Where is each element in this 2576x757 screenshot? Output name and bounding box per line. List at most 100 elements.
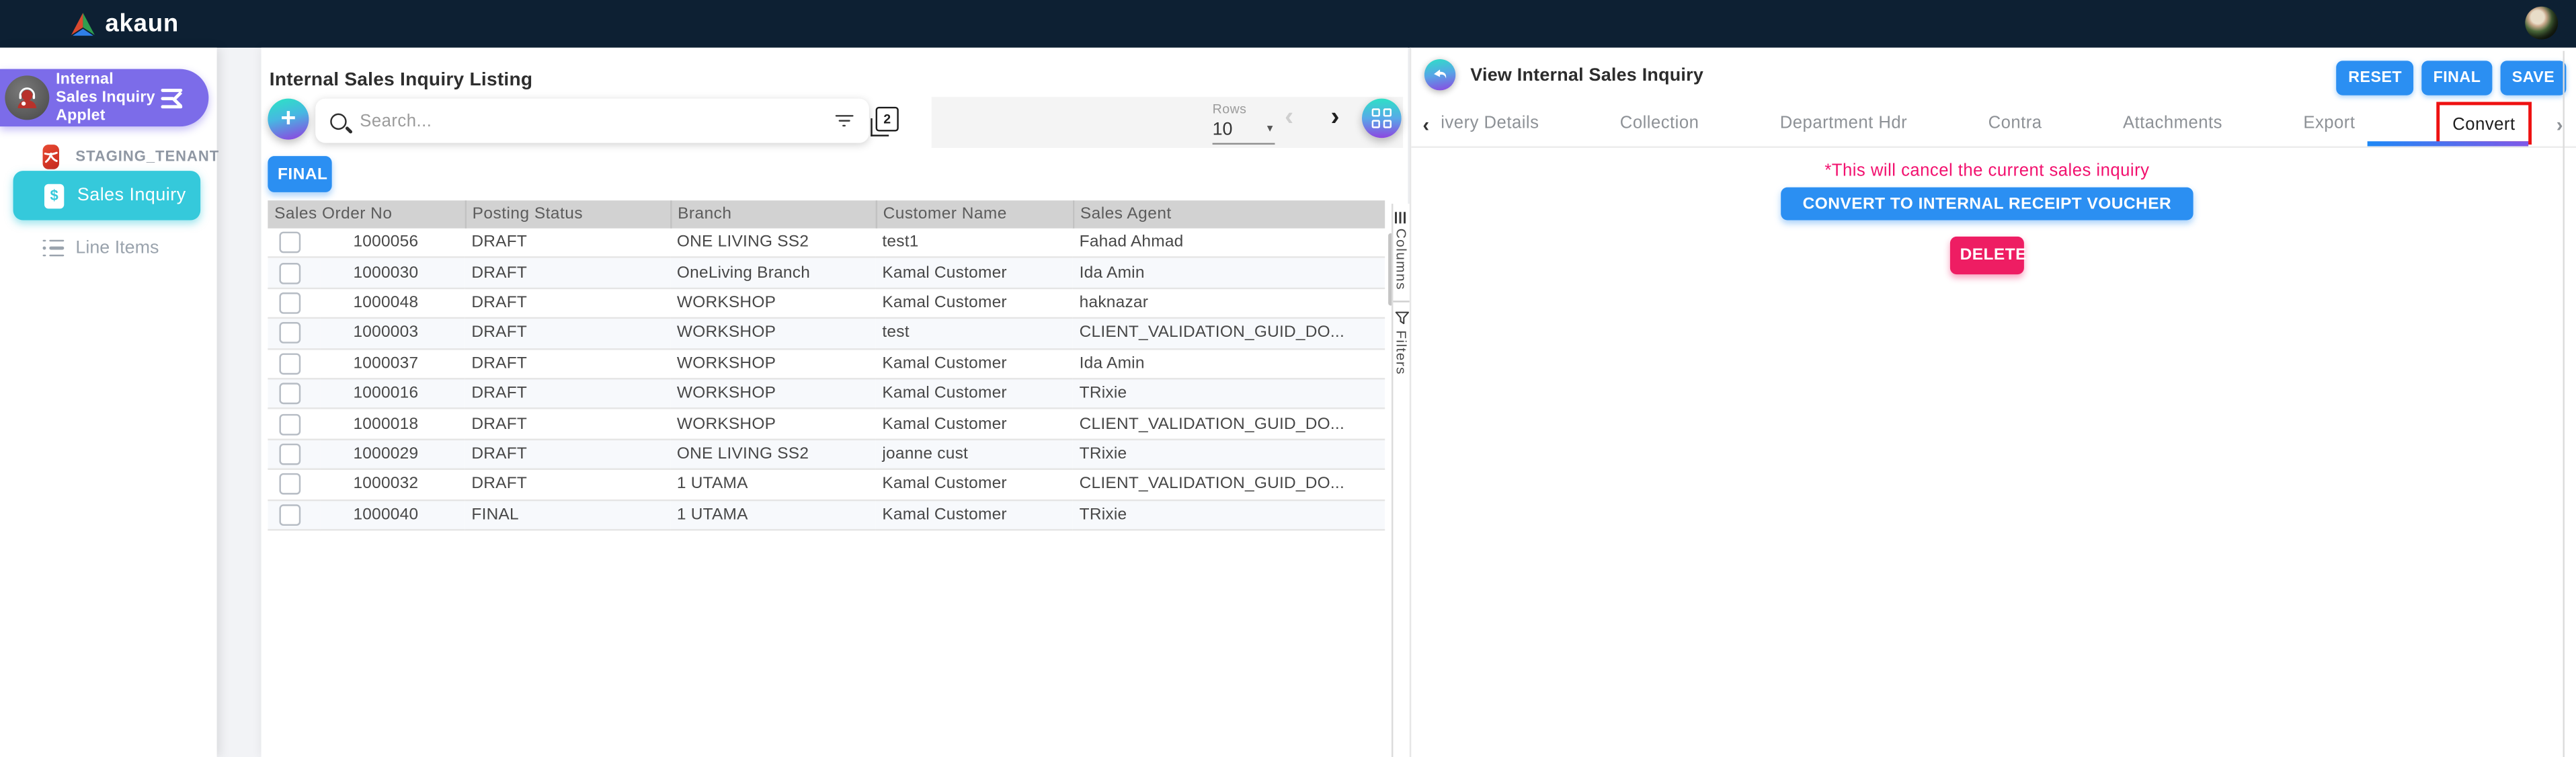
- filter-list-icon[interactable]: [835, 114, 853, 128]
- sidebar-collapse-icon[interactable]: [161, 88, 186, 108]
- tenant-label: STAGING_TENANT: [75, 148, 219, 164]
- add-record-button[interactable]: +: [268, 99, 309, 140]
- order-no-cell: 1000040: [321, 500, 465, 530]
- sales-agent-cell: haknazar: [1073, 288, 1385, 318]
- tab-collection[interactable]: Collection: [1620, 114, 1699, 133]
- checkbox-cell: [268, 288, 320, 318]
- col-header-branch[interactable]: Branch: [670, 200, 875, 229]
- filters-tool-label: Filters: [1393, 330, 1409, 375]
- customer-name-cell: Kamal Customer: [876, 288, 1073, 318]
- branch-cell: ONE LIVING SS2: [670, 439, 875, 469]
- row-checkbox[interactable]: [279, 413, 300, 435]
- checkbox-cell: [268, 257, 320, 288]
- detail-panel: View Internal Sales Inquiry RESET FINAL …: [1410, 48, 2576, 757]
- row-checkbox[interactable]: [279, 232, 300, 253]
- posting-status-cell: FINAL: [465, 500, 670, 530]
- table-row: 1000018DRAFTWORKSHOPKamal CustomerCLIENT…: [268, 409, 1385, 439]
- col-header-sales-agent[interactable]: Sales Agent: [1073, 200, 1385, 229]
- row-checkbox[interactable]: [279, 474, 300, 495]
- customer-name-cell: test1: [876, 229, 1073, 258]
- posting-status-cell: DRAFT: [465, 378, 670, 409]
- checkbox-cell: [268, 409, 320, 439]
- branch-cell: 1 UTAMA: [670, 500, 875, 530]
- filters-tool-tab[interactable]: Filters: [1393, 302, 1409, 374]
- tabs-scroll-left[interactable]: ‹: [1422, 114, 1429, 136]
- pagination-next-button[interactable]: ›: [1331, 104, 1340, 133]
- convert-to-receipt-voucher-button[interactable]: CONVERT TO INTERNAL RECEIPT VOUCHER: [1781, 188, 2193, 221]
- checkbox-cell: [268, 469, 320, 500]
- tab-convert[interactable]: Convert: [2452, 115, 2515, 134]
- sidebar: Internal Sales Inquiry Applet STAGING_TE…: [0, 48, 217, 757]
- row-checkbox[interactable]: [279, 292, 300, 314]
- col-header-posting-status[interactable]: Posting Status: [465, 200, 670, 229]
- row-checkbox[interactable]: [279, 262, 300, 284]
- posting-status-cell: DRAFT: [465, 439, 670, 469]
- sales-agent-cell: TRixie: [1073, 439, 1385, 469]
- search-icon: [330, 112, 346, 128]
- order-no-cell: 1000032: [321, 469, 465, 500]
- posting-status-cell: DRAFT: [465, 288, 670, 318]
- chevron-down-icon: ▼: [1265, 125, 1275, 135]
- col-header-sales-order-no[interactable]: Sales Order No: [268, 200, 465, 229]
- tab-contra[interactable]: Contra: [1988, 114, 2042, 133]
- columns-tool-label: Columns: [1393, 229, 1409, 290]
- applet-title: Internal Sales Inquiry Applet: [56, 70, 158, 125]
- brand-logo: akaun: [69, 10, 179, 38]
- tab-delivery-details[interactable]: ivery Details: [1441, 114, 1539, 133]
- posting-status-cell: DRAFT: [465, 469, 670, 500]
- branch-cell: WORKSHOP: [670, 409, 875, 439]
- tenant-row[interactable]: STAGING_TENANT: [0, 141, 217, 171]
- sidebar-item-line-items[interactable]: Line Items: [0, 232, 217, 265]
- col-header-customer-name[interactable]: Customer Name: [876, 200, 1073, 229]
- delete-button[interactable]: DELETE: [1950, 237, 2024, 274]
- listing-title: Internal Sales Inquiry Listing: [270, 71, 533, 90]
- table-header-row: Sales Order No Posting Status Branch Cus…: [268, 200, 1385, 229]
- columns-icon: [1395, 212, 1408, 223]
- table-row: 1000056DRAFTONE LIVING SS2test1Fahad Ahm…: [268, 229, 1385, 258]
- grid-view-button[interactable]: [1362, 99, 1402, 138]
- sidebar-item-sales-inquiry[interactable]: $ Sales Inquiry: [13, 171, 201, 220]
- checkbox-cell: [268, 229, 320, 258]
- branch-cell: WORKSHOP: [670, 288, 875, 318]
- sales-inquiry-table: Sales Order No Posting Status Branch Cus…: [268, 200, 1385, 530]
- order-no-cell: 1000003: [321, 318, 465, 348]
- support-agent-icon: [5, 75, 49, 120]
- app-window: akaun Internal Sales Inquiry Applet: [0, 0, 2576, 757]
- sales-agent-cell: Ida Amin: [1073, 348, 1385, 378]
- sales-agent-cell: CLIENT_VALIDATION_GUID_DO...: [1073, 409, 1385, 439]
- tabs-scroll-right[interactable]: ›: [2557, 114, 2563, 136]
- row-checkbox[interactable]: [279, 353, 300, 374]
- user-avatar[interactable]: [2525, 7, 2558, 40]
- rows-per-page-select[interactable]: Rows 10 ▼: [1213, 102, 1275, 145]
- final-button[interactable]: FINAL: [2421, 61, 2492, 95]
- applet-header[interactable]: Internal Sales Inquiry Applet: [0, 69, 208, 127]
- reset-button[interactable]: RESET: [2337, 61, 2413, 95]
- row-checkbox[interactable]: [279, 323, 300, 344]
- tab-department-hdr[interactable]: Department Hdr: [1780, 114, 1907, 133]
- final-filter-button[interactable]: FINAL: [268, 156, 331, 192]
- row-checkbox[interactable]: [279, 383, 300, 405]
- brand-name: akaun: [105, 10, 179, 38]
- branch-cell: 1 UTAMA: [670, 469, 875, 500]
- row-checkbox[interactable]: [279, 444, 300, 465]
- dual-pane-icon[interactable]: 2: [876, 107, 899, 132]
- listing-panel: Internal Sales Inquiry Listing + 2 Rows …: [261, 48, 1408, 757]
- sales-agent-cell: CLIENT_VALIDATION_GUID_DO...: [1073, 469, 1385, 500]
- table-row: 1000032DRAFT1 UTAMAKamal CustomerCLIENT_…: [268, 469, 1385, 500]
- tab-export[interactable]: Export: [2303, 114, 2355, 133]
- search-box: [315, 99, 869, 143]
- tab-attachments[interactable]: Attachments: [2123, 114, 2222, 133]
- row-checkbox[interactable]: [279, 504, 300, 526]
- customer-name-cell: Kamal Customer: [876, 409, 1073, 439]
- columns-tool-tab[interactable]: Columns: [1393, 204, 1409, 290]
- search-input[interactable]: [356, 110, 834, 132]
- save-button[interactable]: SAVE: [2501, 61, 2567, 95]
- pagination-prev-button[interactable]: ‹: [1285, 104, 1293, 133]
- table-row: 1000030DRAFTOneLiving BranchKamal Custom…: [268, 257, 1385, 288]
- customer-name-cell: test: [876, 318, 1073, 348]
- tenant-app-icon: [43, 144, 59, 169]
- order-no-cell: 1000030: [321, 257, 465, 288]
- active-tab-underline: [2368, 141, 2529, 145]
- back-button[interactable]: [1424, 59, 1455, 90]
- posting-status-cell: DRAFT: [465, 409, 670, 439]
